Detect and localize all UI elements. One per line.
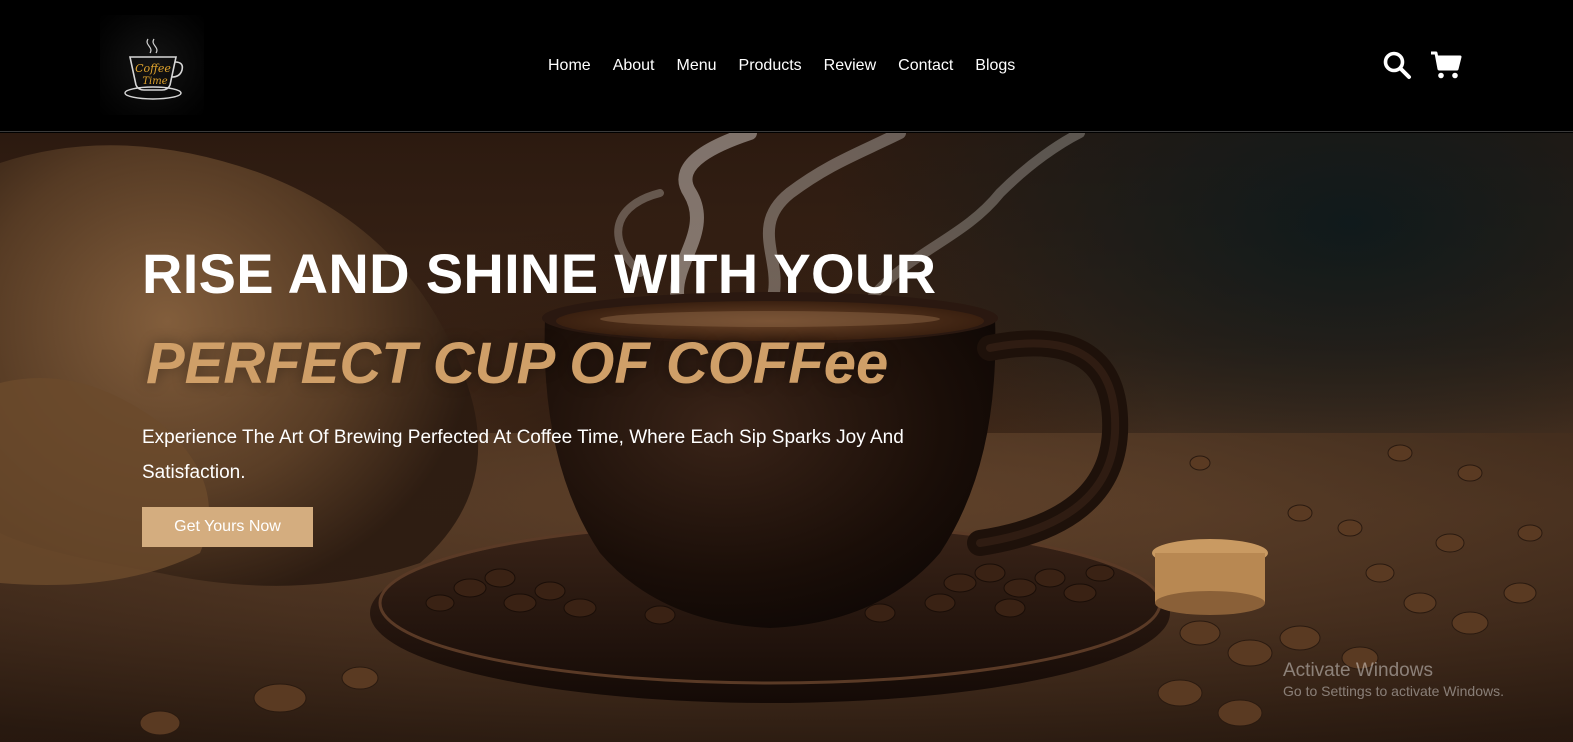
logo-text-line1: Coffee	[135, 62, 171, 75]
hero-title: RISE AND SHINE WITH YOUR	[142, 242, 937, 305]
watermark-subtitle: Go to Settings to activate Windows.	[1283, 683, 1504, 699]
cart-button[interactable]	[1430, 50, 1462, 80]
get-yours-now-button[interactable]: Get Yours Now	[142, 507, 313, 547]
hero-section: RISE AND SHINE WITH YOUR PERFECT CUP OF …	[0, 133, 1573, 742]
hero-description: Experience The Art Of Brewing Perfected …	[142, 427, 904, 483]
nav-home[interactable]: Home	[548, 57, 591, 75]
logo-text-line2: Time	[142, 76, 167, 87]
coffee-cup-logo-icon: Coffee Time	[124, 38, 184, 100]
search-icon	[1383, 51, 1411, 79]
nav-about[interactable]: About	[613, 57, 655, 75]
nav-products[interactable]: Products	[739, 57, 802, 75]
coffee-time-logo[interactable]: Coffee Time	[100, 15, 204, 115]
watermark-title: Activate Windows	[1283, 660, 1433, 681]
main-nav: Home About Menu Products Review Contact …	[548, 55, 1015, 77]
nav-menu[interactable]: Menu	[677, 57, 717, 75]
nav-review[interactable]: Review	[824, 57, 876, 75]
hero-subtitle: PERFECT CUP OF COFFee	[146, 331, 889, 396]
activate-windows-watermark: Activate Windows Go to Settings to activ…	[1283, 660, 1504, 700]
nav-contact[interactable]: Contact	[898, 57, 953, 75]
search-button[interactable]	[1382, 50, 1412, 80]
nav-blogs[interactable]: Blogs	[975, 57, 1015, 75]
cart-icon	[1431, 51, 1462, 79]
site-header: Coffee Time Home About Menu Products Rev…	[0, 0, 1573, 132]
